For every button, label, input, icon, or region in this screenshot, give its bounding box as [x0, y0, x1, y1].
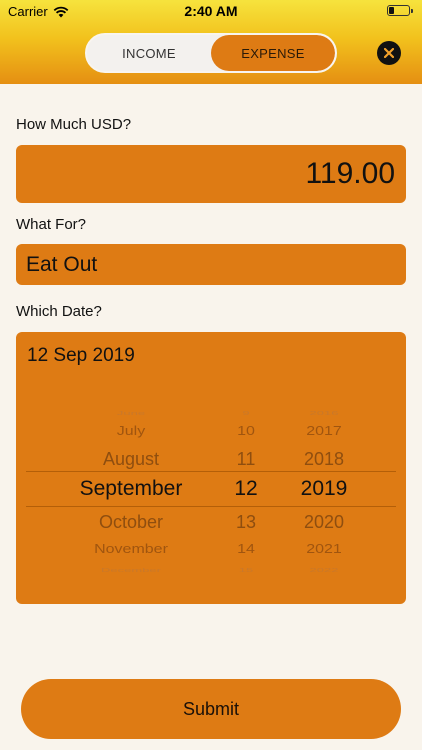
- picker-row[interactable]: November 14 2021: [16, 543, 406, 565]
- picker-row[interactable]: June 9 2016: [16, 410, 406, 423]
- status-time: 2:40 AM: [184, 3, 238, 19]
- picker-day: 15: [238, 566, 254, 574]
- picker-year: 2018: [303, 449, 345, 469]
- picker-row[interactable]: December 15 2022: [16, 567, 406, 580]
- picker-year: 2021: [306, 543, 342, 557]
- picker-year: 2019: [300, 477, 348, 500]
- category-value: Eat Out: [26, 253, 98, 276]
- date-value: 12 Sep 2019: [27, 345, 135, 366]
- picker-day: 10: [237, 425, 255, 439]
- amount-label: How Much USD?: [16, 116, 132, 133]
- income-tab[interactable]: INCOME: [87, 35, 211, 71]
- amount-input[interactable]: 119.00: [16, 145, 406, 203]
- picker-month: August: [102, 449, 160, 469]
- picker-row[interactable]: July 10 2017: [16, 425, 406, 447]
- picker-day: 11: [236, 449, 256, 469]
- status-bar: Carrier 2:40 AM: [0, 0, 422, 22]
- picker-month: July: [116, 425, 146, 439]
- amount-value: 119.00: [305, 157, 395, 190]
- income-expense-toggle[interactable]: INCOME EXPENSE: [85, 33, 337, 73]
- picker-selection-bottom-line: [26, 506, 396, 507]
- category-input[interactable]: Eat Out: [16, 244, 406, 285]
- picker-year: 2020: [303, 512, 345, 532]
- picker-row[interactable]: October 13 2020: [16, 512, 406, 540]
- picker-year: 2017: [306, 425, 342, 439]
- picker-day: 12: [234, 477, 258, 500]
- date-field[interactable]: 12 Sep 2019 June 9 2016 July 10 2017 August 11 2…: [16, 332, 406, 604]
- picker-day: 13: [235, 512, 257, 532]
- date-label: Which Date?: [16, 303, 102, 320]
- picker-month: October: [98, 512, 164, 532]
- category-label: What For?: [16, 216, 87, 233]
- expense-tab[interactable]: EXPENSE: [211, 35, 335, 71]
- picker-day: 14: [237, 543, 255, 557]
- picker-month: June: [116, 409, 146, 417]
- picker-day: 9: [242, 409, 250, 417]
- header-bar: Carrier 2:40 AM INCOME EXPENSE: [0, 0, 422, 84]
- picker-month: November: [94, 543, 168, 557]
- submit-button[interactable]: Submit: [21, 679, 401, 739]
- picker-year: 2016: [309, 409, 339, 417]
- picker-row[interactable]: August 11 2018: [16, 449, 406, 477]
- date-picker-wheel[interactable]: June 9 2016 July 10 2017 August 11 2018 September…: [16, 392, 406, 582]
- close-button[interactable]: [377, 41, 401, 65]
- picker-month: December: [101, 566, 161, 574]
- battery-icon: [387, 5, 413, 16]
- close-icon: [384, 48, 394, 58]
- picker-month: September: [79, 477, 183, 500]
- picker-row-selected[interactable]: September 12 2019: [16, 477, 406, 505]
- picker-year: 2022: [309, 566, 339, 574]
